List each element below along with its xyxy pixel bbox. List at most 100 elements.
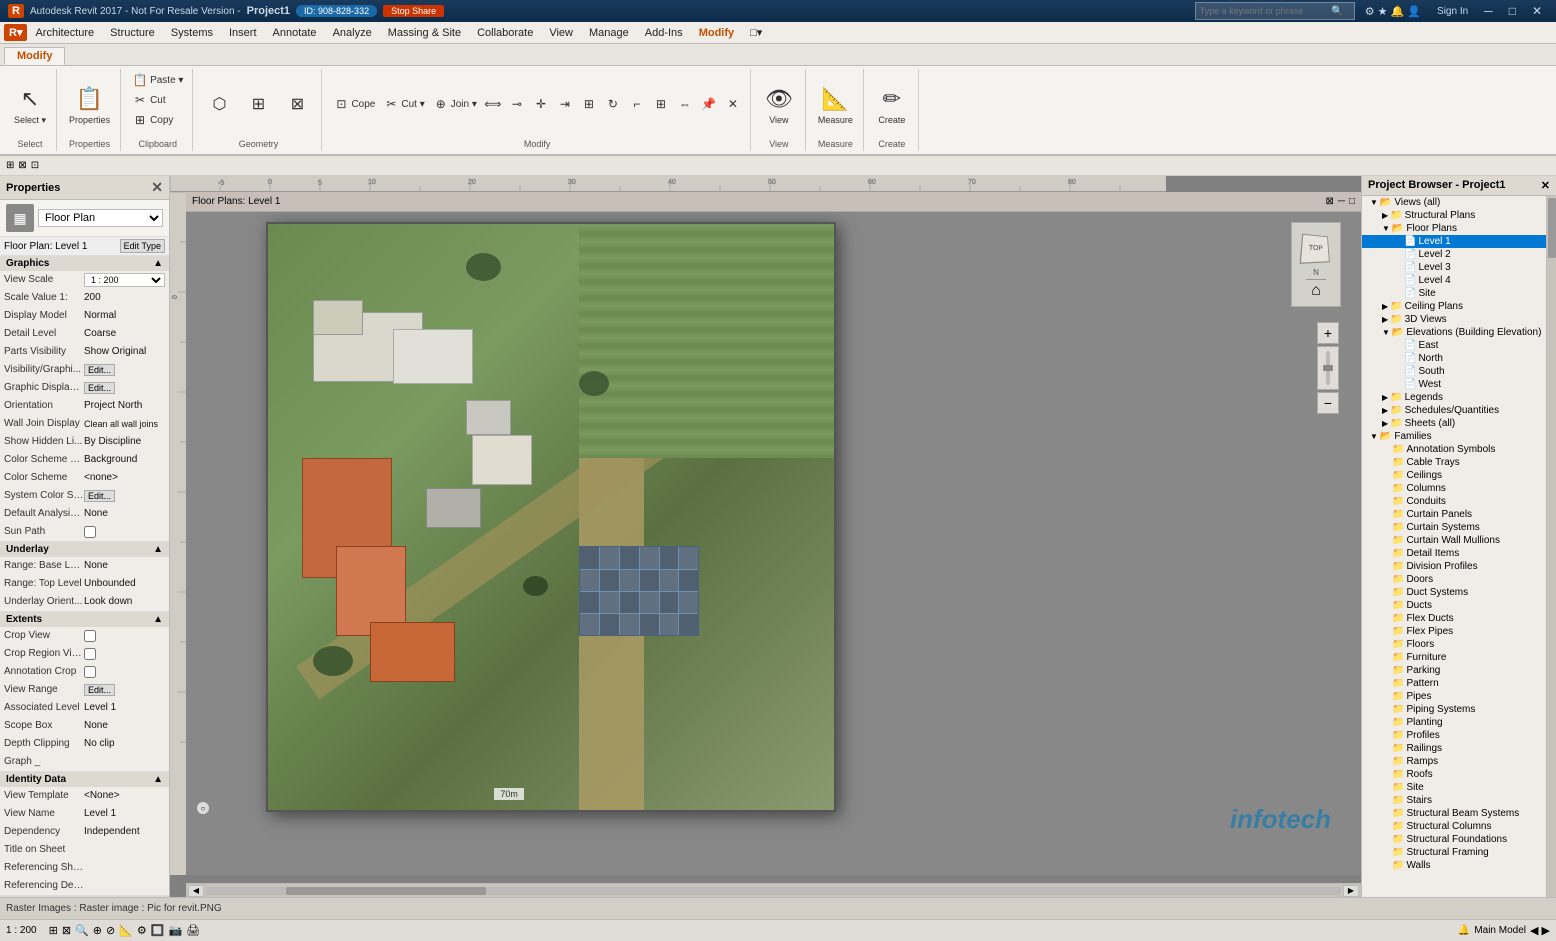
view-pin-btn[interactable]: ⊠ [1325, 196, 1333, 207]
bottom-icon-10[interactable]: 🖨 [186, 924, 200, 937]
tree-item-site[interactable]: 📄Site [1362, 287, 1546, 300]
nav-icon2[interactable]: ⊠ [18, 160, 26, 171]
prop-section-underlay-header[interactable]: Underlay ▲ [0, 542, 169, 557]
bottom-nav-icons[interactable]: ◀ ▶ [1530, 924, 1550, 937]
tree-item-structural_framing[interactable]: 📁Structural Framing [1362, 846, 1546, 859]
tree-expand-icon[interactable]: ▶ [1382, 406, 1388, 415]
menu-architecture[interactable]: Architecture [27, 25, 102, 41]
minimize-btn[interactable]: ─ [1478, 3, 1499, 19]
menu-annotate[interactable]: Annotate [265, 25, 325, 41]
tree-item-roofs[interactable]: 📁Roofs [1362, 768, 1546, 781]
tree-item-schedulesquantities[interactable]: ▶📁Schedules/Quantities [1362, 404, 1546, 417]
annotation-crop-checkbox[interactable] [84, 666, 96, 678]
tree-item-curtain_wall_mullions[interactable]: 📁Curtain Wall Mullions [1362, 534, 1546, 547]
view-title-controls[interactable]: ⊠ ─ □ [1325, 196, 1355, 207]
tree-item-cable_trays[interactable]: 📁Cable Trays [1362, 456, 1546, 469]
ribbon-btn-offset[interactable]: ⇥ [554, 95, 576, 113]
browser-close-btn[interactable]: ✕ [1541, 179, 1550, 192]
nav-icon3[interactable]: ⊡ [31, 160, 39, 171]
tree-item-west[interactable]: 📄West [1362, 378, 1546, 391]
tree-item-families[interactable]: ▼📂Families [1362, 430, 1546, 443]
tree-expand-icon[interactable]: ▼ [1370, 432, 1378, 441]
prop-section-phasing-header[interactable]: Phasing ▲ [0, 896, 169, 897]
ribbon-btn-split[interactable]: ⊸ [506, 95, 528, 113]
sun-path-checkbox[interactable] [84, 526, 96, 538]
ribbon-btn-align[interactable]: ⟺ [482, 95, 504, 113]
scroll-left-btn[interactable]: ◀ [188, 885, 204, 897]
bottom-icon-7[interactable]: ⚙ [137, 924, 147, 937]
tree-item-elevations_building_elevation[interactable]: ▼📂Elevations (Building Elevation) [1362, 326, 1546, 339]
menu-structure[interactable]: Structure [102, 25, 163, 41]
view-minimize-btn[interactable]: ─ [1338, 196, 1345, 207]
tree-item-division_profiles[interactable]: 📁Division Profiles [1362, 560, 1546, 573]
bottom-icon-5[interactable]: ⊘ [106, 924, 115, 937]
tree-expand-icon[interactable]: ▶ [1382, 419, 1388, 428]
scrollbar-horizontal[interactable]: ◀ ▶ [186, 883, 1361, 897]
ribbon-btn-cut-mod[interactable]: ✂ Cut ▾ [380, 95, 427, 113]
ribbon-btn-copy[interactable]: ⊞ Copy [129, 111, 176, 129]
tree-item-ceilings[interactable]: 📁Ceilings [1362, 469, 1546, 482]
menu-revit[interactable]: R▾ [4, 24, 27, 41]
menu-panel-toggle[interactable]: □▾ [742, 24, 770, 41]
tree-item-planting[interactable]: 📁Planting [1362, 716, 1546, 729]
visibility-edit-btn[interactable]: Edit... [84, 364, 115, 376]
menu-massing[interactable]: Massing & Site [380, 25, 469, 41]
nav-home-btn[interactable]: ⌂ [1311, 282, 1321, 300]
tree-item-floor_plans[interactable]: ▼📂Floor Plans [1362, 222, 1546, 235]
nav-cube[interactable]: TOP N ⌂ [1291, 222, 1341, 307]
bottom-icon-1[interactable]: ⊞ [49, 924, 58, 937]
menu-manage[interactable]: Manage [581, 25, 637, 41]
ribbon-btn-rotate[interactable]: ↻ [602, 95, 624, 113]
tree-item-piping_systems[interactable]: 📁Piping Systems [1362, 703, 1546, 716]
ribbon-btn-pin[interactable]: 📌 [698, 95, 720, 113]
tree-item-annotation_symbols[interactable]: 📁Annotation Symbols [1362, 443, 1546, 456]
properties-close-btn[interactable]: ✕ [151, 179, 163, 196]
browser-scrollbar[interactable] [1546, 196, 1556, 897]
zoom-in-btn[interactable]: + [1317, 322, 1339, 344]
zoom-slider-thumb[interactable] [1323, 365, 1333, 371]
model-status-icon[interactable]: 🔔 [1458, 925, 1470, 936]
view-canvas[interactable]: 70m TOP N ⌂ + − [186, 212, 1361, 875]
ribbon-btn-measure[interactable]: 📐 Measure [814, 81, 857, 127]
tree-item-profiles[interactable]: 📁Profiles [1362, 729, 1546, 742]
tree-item-level_3[interactable]: 📄Level 3 [1362, 261, 1546, 274]
sign-in-btn[interactable]: Sign In [1431, 4, 1474, 19]
ribbon-btn-geometry3[interactable]: ⊠ [279, 90, 315, 118]
menu-addins[interactable]: Add-Ins [637, 25, 691, 41]
ribbon-btn-geometry2[interactable]: ⊞ [240, 90, 276, 118]
ribbon-btn-mirror[interactable]: ⇔ [674, 95, 696, 113]
tree-item-structural_columns[interactable]: 📁Structural Columns [1362, 820, 1546, 833]
ribbon-btn-cut[interactable]: ✂ Cut [129, 91, 169, 109]
edit-type-btn[interactable]: Edit Type [120, 239, 165, 253]
search-bar[interactable]: 🔍 [1195, 2, 1355, 20]
bottom-icon-4[interactable]: ⊕ [93, 924, 102, 937]
tree-item-detail_items[interactable]: 📁Detail Items [1362, 547, 1546, 560]
ribbon-btn-cope[interactable]: ⊡ Cope [330, 95, 378, 113]
ribbon-btn-select[interactable]: ↖ Select ▾ [10, 81, 50, 128]
menu-insert[interactable]: Insert [221, 25, 265, 41]
tree-item-walls[interactable]: 📁Walls [1362, 859, 1546, 872]
ribbon-btn-paste[interactable]: 📋 Paste ▾ [129, 71, 186, 89]
nav-cube-3d[interactable]: TOP [1298, 230, 1334, 266]
view-scale-select[interactable]: 1 : 200 [84, 273, 165, 287]
tree-item-ducts[interactable]: 📁Ducts [1362, 599, 1546, 612]
bottom-icon-6[interactable]: 📐 [119, 924, 133, 937]
tree-expand-icon[interactable]: ▼ [1382, 224, 1390, 233]
ribbon-btn-join[interactable]: ⊕ Join ▾ [430, 95, 480, 113]
stop-share-btn[interactable]: Stop Share [383, 5, 444, 17]
bottom-icon-3[interactable]: 🔍 [75, 924, 89, 937]
tree-item-stairs[interactable]: 📁Stairs [1362, 794, 1546, 807]
bottom-icon-9[interactable]: 📷 [168, 924, 182, 937]
tree-item-south[interactable]: 📄South [1362, 365, 1546, 378]
tree-item-3d_views[interactable]: ▶📁3D Views [1362, 313, 1546, 326]
menu-modify[interactable]: Modify [691, 25, 742, 41]
tree-item-conduits[interactable]: 📁Conduits [1362, 495, 1546, 508]
ribbon-btn-trim[interactable]: ⌐ [626, 95, 648, 113]
tree-item-curtain_panels[interactable]: 📁Curtain Panels [1362, 508, 1546, 521]
tree-item-parking[interactable]: 📁Parking [1362, 664, 1546, 677]
tree-item-site[interactable]: 📁Site [1362, 781, 1546, 794]
tree-expand-icon[interactable]: ▶ [1382, 302, 1388, 311]
prop-section-extents-header[interactable]: Extents ▲ [0, 612, 169, 627]
ribbon-btn-create[interactable]: ✏ Create [872, 81, 912, 127]
menu-view[interactable]: View [541, 25, 581, 41]
